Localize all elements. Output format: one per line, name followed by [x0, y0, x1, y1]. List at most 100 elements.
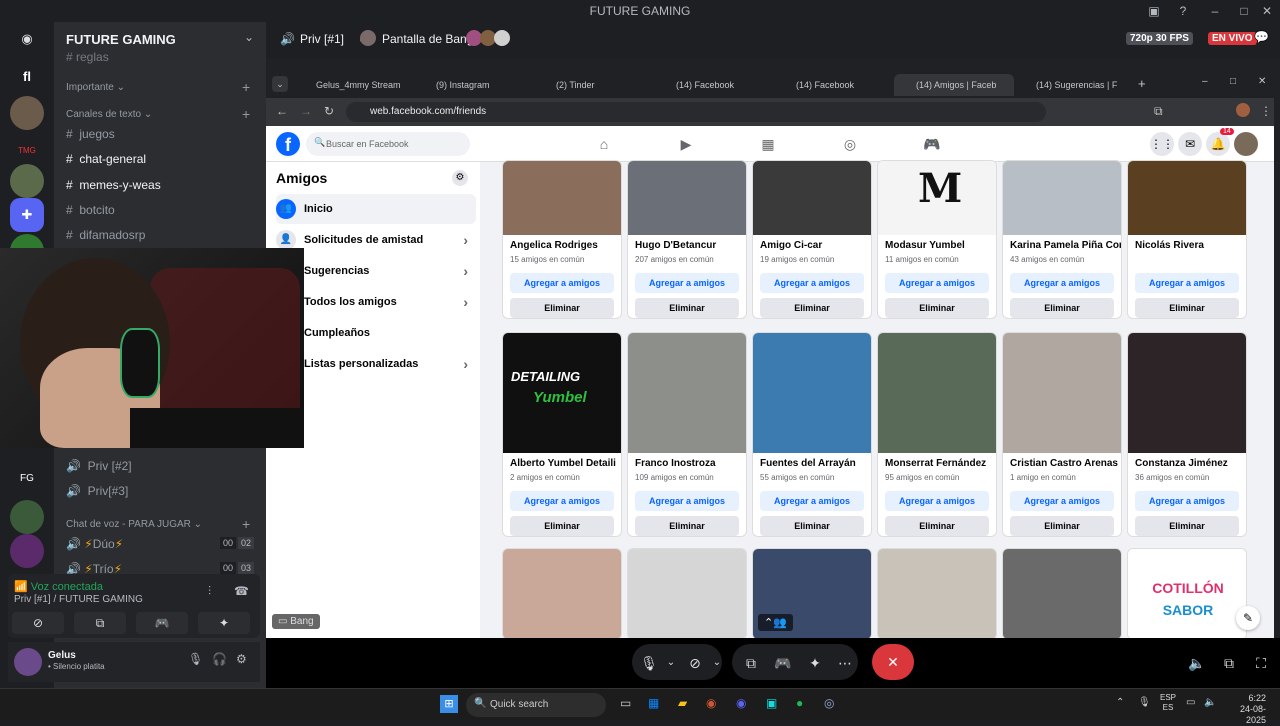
- server-icon-fg[interactable]: FG: [10, 462, 44, 496]
- channel-difamadosrp[interactable]: # difamadosrp: [66, 224, 145, 246]
- browser-tab[interactable]: Gelus_4mmy Stream: [294, 74, 414, 96]
- mic-tray-icon[interactable]: 🎙: [1138, 697, 1151, 708]
- friend-card[interactable]: Fuentes del Arrayán 55 amigos en común Agr…: [752, 332, 872, 537]
- soundboard-button[interactable]: ✦: [198, 612, 250, 634]
- account-avatar[interactable]: [1234, 132, 1258, 156]
- channel-priv-3[interactable]: 🔊 Priv[#3]: [66, 480, 128, 502]
- home-icon[interactable]: ⌂: [594, 134, 614, 154]
- friend-name[interactable]: Nicolás Rivera: [1128, 235, 1246, 253]
- close-button[interactable]: ✕: [1258, 2, 1276, 20]
- voice-channel-label[interactable]: Priv [#1] / FUTURE GAMING: [14, 594, 143, 605]
- notifications-icon[interactable]: 🔔: [1206, 132, 1230, 156]
- friend-card[interactable]: Monserrat Fernández 95 amigos en común Agr…: [877, 332, 997, 537]
- extensions-icon[interactable]: ⧉: [1154, 104, 1163, 119]
- more-icon[interactable]: ⋯: [832, 650, 858, 676]
- add-friend-button[interactable]: Agregar a amigos: [760, 273, 864, 293]
- folder-icon[interactable]: ▰: [678, 696, 687, 710]
- add-friend-button[interactable]: Agregar a amigos: [885, 491, 989, 511]
- browser-maximize[interactable]: □: [1230, 76, 1236, 87]
- friend-name[interactable]: Monserrat Fernández: [878, 453, 996, 471]
- tab-search-icon[interactable]: ⌄: [272, 76, 288, 92]
- volume-icon[interactable]: 🔈: [1204, 697, 1216, 708]
- compose-icon[interactable]: ✎: [1236, 606, 1260, 630]
- friend-card[interactable]: [877, 548, 997, 638]
- friend-card[interactable]: [1002, 548, 1122, 638]
- server-icon-5[interactable]: [10, 534, 44, 568]
- friend-card[interactable]: Cristian Castro Arenas 1 amigo en común Ag…: [1002, 332, 1122, 537]
- sidebar-item-cumpleanos[interactable]: Cumpleaños: [276, 318, 476, 348]
- friend-name[interactable]: Cristian Castro Arenas: [1003, 453, 1121, 471]
- remove-button[interactable]: Eliminar: [510, 516, 614, 536]
- friend-photo[interactable]: [628, 549, 746, 638]
- server-icon-4[interactable]: [10, 500, 44, 534]
- back-icon[interactable]: ←: [276, 104, 288, 118]
- friend-name[interactable]: Angelica Rodriges: [503, 235, 621, 253]
- friend-photo[interactable]: [503, 549, 621, 638]
- friend-name[interactable]: Constanza Jiménez: [1128, 453, 1246, 471]
- friend-name[interactable]: Amigo Ci-car: [753, 235, 871, 253]
- friend-photo[interactable]: [628, 333, 746, 453]
- add-channel-icon[interactable]: +: [242, 516, 250, 532]
- sidebar-item-sugerencias[interactable]: Sugerencias ›: [276, 256, 476, 286]
- category-importante[interactable]: Importante ⌄: [66, 82, 125, 93]
- remove-button[interactable]: Eliminar: [635, 298, 739, 318]
- help-icon[interactable]: ?: [1174, 2, 1192, 20]
- start-icon[interactable]: ⊞: [440, 695, 458, 713]
- remove-button[interactable]: Eliminar: [885, 516, 989, 536]
- screen-share-icon[interactable]: ⧉: [738, 650, 764, 676]
- volume-icon[interactable]: 🔈: [1184, 650, 1210, 676]
- add-friend-button[interactable]: Agregar a amigos: [885, 273, 989, 293]
- remove-button[interactable]: Eliminar: [760, 298, 864, 318]
- minimize-button[interactable]: –: [1206, 2, 1224, 20]
- add-friend-button[interactable]: Agregar a amigos: [1010, 273, 1114, 293]
- avatar[interactable]: [14, 648, 42, 676]
- microphone-icon[interactable]: 🎙: [188, 652, 203, 666]
- remove-button[interactable]: Eliminar: [1010, 516, 1114, 536]
- messenger-icon[interactable]: ✉: [1178, 132, 1202, 156]
- stream-channel[interactable]: Priv [#1]: [300, 32, 344, 46]
- friend-name[interactable]: Franco Inostroza: [628, 453, 746, 471]
- server-icon-f[interactable]: fl: [10, 60, 44, 94]
- friend-card[interactable]: Nicolás Rivera Agregar a amigos Eliminar: [1127, 160, 1247, 319]
- video-icon[interactable]: ▶: [676, 134, 696, 154]
- browser-minimize[interactable]: –: [1202, 76, 1208, 87]
- voice-activity-icon[interactable]: ⫶: [208, 584, 211, 599]
- server-icon-tmg[interactable]: TMG: [10, 134, 44, 168]
- friend-photo[interactable]: [1003, 549, 1121, 638]
- channel-chat-general[interactable]: # chat-general: [66, 148, 146, 170]
- channel-botcito[interactable]: # botcito: [66, 199, 115, 221]
- friend-card[interactable]: Karina Pamela Piña Cor 43 amigos en común…: [1002, 160, 1122, 319]
- server-icon-active[interactable]: ✚: [10, 198, 44, 232]
- browser-tab[interactable]: (9) Instagram: [414, 74, 534, 96]
- spotify-icon[interactable]: ●: [796, 696, 803, 710]
- server-icon-2[interactable]: [10, 164, 44, 198]
- apps-grid-icon[interactable]: ⋮⋮: [1150, 132, 1174, 156]
- remove-button[interactable]: Eliminar: [1135, 516, 1239, 536]
- friend-card[interactable]: Constanza Jiménez 36 amigos en común Agreg…: [1127, 332, 1247, 537]
- friend-name[interactable]: Fuentes del Arrayán: [753, 453, 871, 471]
- url-field[interactable]: web.facebook.com/friends: [346, 102, 1046, 122]
- category-voz[interactable]: Chat de voz - PARA JUGAR ⌄: [66, 519, 202, 530]
- reload-icon[interactable]: ↻: [324, 104, 334, 118]
- browser-tab-active[interactable]: (14) Amigos | Faceb: [894, 74, 1014, 96]
- maximize-button[interactable]: □: [1235, 2, 1253, 20]
- friend-card[interactable]: COTILLÓN SABOR: [1127, 548, 1247, 638]
- channel-priv-2[interactable]: 🔊 Priv [#2]: [66, 455, 132, 477]
- disconnect-icon[interactable]: ☎: [234, 584, 249, 598]
- language-indicator[interactable]: ESP ES: [1160, 693, 1176, 713]
- popout-icon[interactable]: ⧉: [1216, 650, 1242, 676]
- discord-icon[interactable]: ◉: [736, 696, 746, 710]
- voice-channel-duo[interactable]: 🔊 ⚡Dúo⚡: [66, 533, 123, 555]
- chevron-down-icon[interactable]: ⌄: [704, 650, 730, 676]
- facebook-logo[interactable]: f: [276, 132, 300, 156]
- app-icon-2[interactable]: ▣: [766, 696, 777, 710]
- friend-card[interactable]: Amigo Ci-car 19 amigos en común Agregar a …: [752, 160, 872, 319]
- tray-chevron-icon[interactable]: ⌃: [1116, 697, 1124, 708]
- gear-icon[interactable]: ⚙: [452, 170, 468, 186]
- browser-close[interactable]: ✕: [1258, 76, 1266, 87]
- store-icon[interactable]: ▦: [648, 696, 659, 710]
- friend-photo[interactable]: [1003, 161, 1121, 235]
- friend-card[interactable]: Franco Inostroza 109 amigos en común Agreg…: [627, 332, 747, 537]
- friend-name[interactable]: Modasur Yumbel: [878, 235, 996, 253]
- friend-photo[interactable]: [503, 161, 621, 235]
